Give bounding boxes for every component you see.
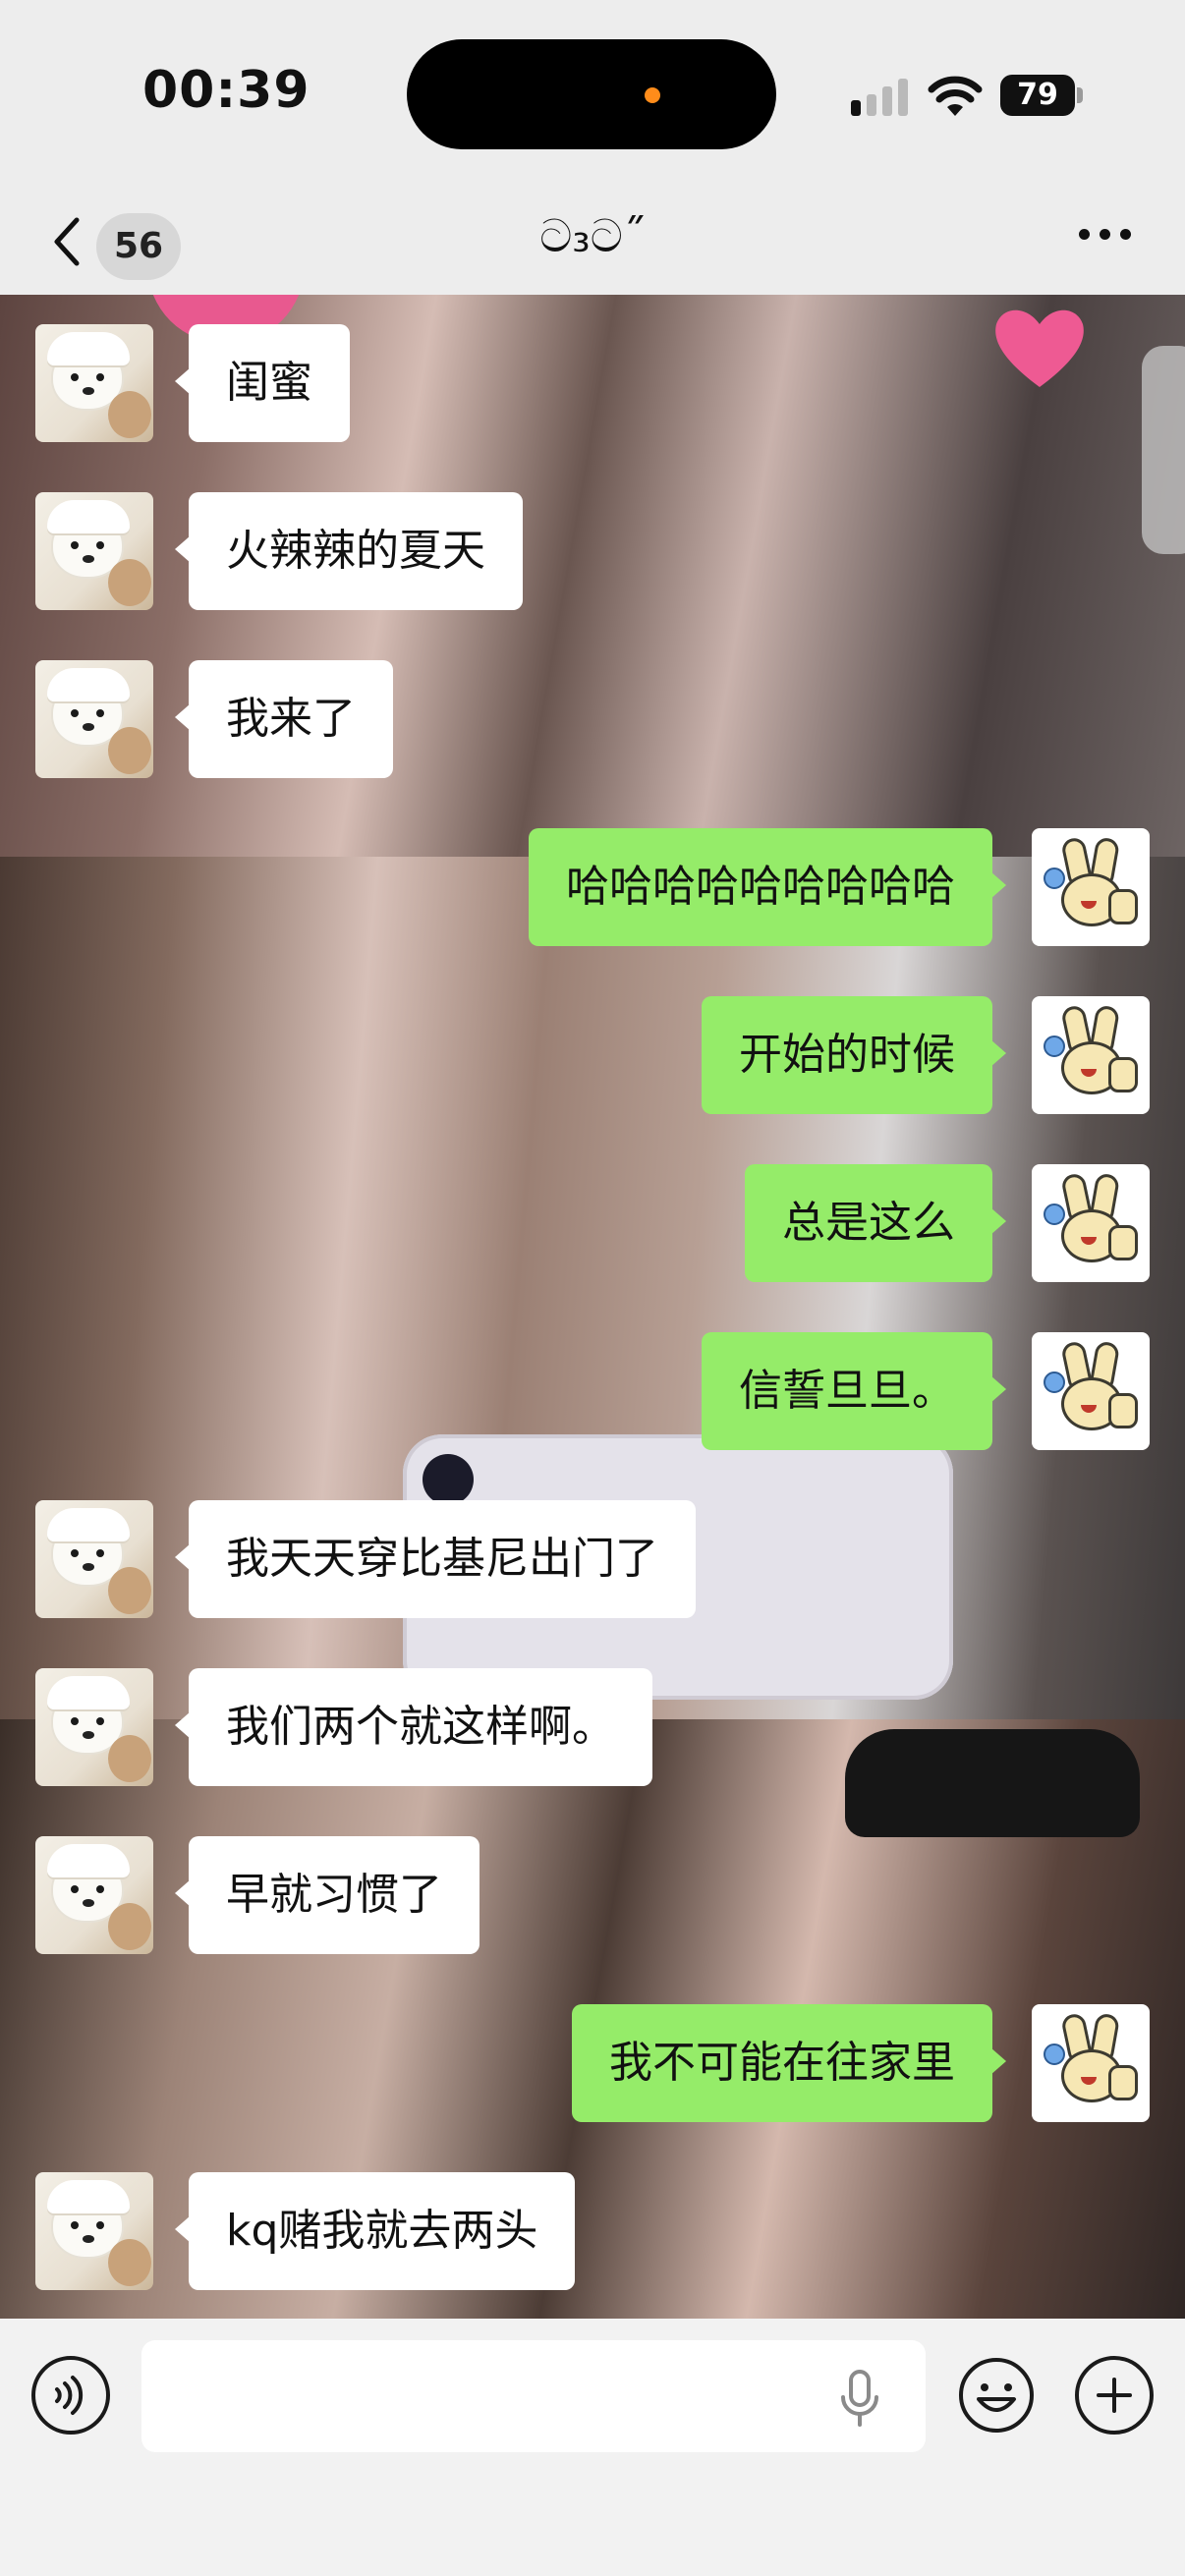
message-row: 哈哈哈哈哈哈哈哈哈 xyxy=(0,828,1185,946)
plus-icon[interactable] xyxy=(1075,2356,1154,2435)
chat-title: ට₃ට˝ xyxy=(539,209,646,262)
activity-dot-icon xyxy=(645,87,660,103)
contact-avatar[interactable] xyxy=(35,660,153,778)
message-row: 信誓旦旦。 xyxy=(0,1332,1185,1450)
message-row: 闺蜜 xyxy=(0,324,1185,442)
message-bubble[interactable]: 开始的时候 xyxy=(702,996,1006,1114)
cellular-signal-icon xyxy=(851,77,908,116)
voice-mode-button[interactable] xyxy=(31,2356,110,2435)
voice-icon xyxy=(55,2376,84,2415)
ellipsis-icon xyxy=(1079,229,1090,240)
input-bar xyxy=(0,2319,1185,2576)
my-avatar[interactable] xyxy=(1032,828,1150,946)
message-bubble[interactable]: 我们两个就这样啊。 xyxy=(175,1668,652,1786)
background-phone-camera xyxy=(423,1454,474,1505)
contact-avatar[interactable] xyxy=(35,492,153,610)
contact-avatar[interactable] xyxy=(35,1836,153,1954)
message-bubble[interactable]: 总是这么 xyxy=(745,1164,1006,1282)
message-input[interactable] xyxy=(141,2340,926,2452)
battery-level: 79 xyxy=(1000,75,1075,116)
message-bubble[interactable]: 哈哈哈哈哈哈哈哈哈 xyxy=(529,828,1006,946)
back-button[interactable]: 56 xyxy=(39,196,187,280)
microphone-icon[interactable] xyxy=(837,2370,882,2429)
status-time: 00:39 xyxy=(142,61,310,120)
contact-avatar[interactable] xyxy=(35,324,153,442)
message-row: 我们两个就这样啊。 xyxy=(0,1668,1185,1786)
message-row: 我来了 xyxy=(0,660,1185,778)
wifi-icon xyxy=(928,76,983,116)
my-avatar[interactable] xyxy=(1032,996,1150,1114)
my-avatar[interactable] xyxy=(1032,1164,1150,1282)
contact-avatar[interactable] xyxy=(35,1500,153,1618)
contact-avatar[interactable] xyxy=(35,1668,153,1786)
message-row: 开始的时候 xyxy=(0,996,1185,1114)
message-bubble[interactable]: 早就习惯了 xyxy=(175,1836,480,1954)
my-avatar[interactable] xyxy=(1032,2004,1150,2122)
message-bubble[interactable]: 我不可能在往家里 xyxy=(572,2004,1006,2122)
status-bar: 00:39 79 xyxy=(0,0,1185,177)
unread-count-badge: 56 xyxy=(96,213,181,280)
more-options-button[interactable] xyxy=(1071,214,1140,253)
message-row: 我天天穿比基尼出门了 xyxy=(0,1500,1185,1618)
message-row: kq赌我就去两头 xyxy=(0,2172,1185,2290)
my-avatar[interactable] xyxy=(1032,1332,1150,1450)
battery-tip xyxy=(1077,87,1083,103)
message-bubble[interactable]: 我来了 xyxy=(175,660,393,778)
chevron-left-icon xyxy=(54,217,80,266)
message-bubble[interactable]: kq赌我就去两头 xyxy=(174,2172,576,2290)
chat-header: 56 ට₃ට˝ xyxy=(0,177,1185,295)
message-row: 总是这么 xyxy=(0,1164,1185,1282)
contact-avatar[interactable] xyxy=(35,2172,153,2290)
message-bubble[interactable]: 火辣辣的夏天 xyxy=(175,492,523,610)
message-list[interactable]: 闺蜜火辣辣的夏天 我来了哈哈哈哈哈哈哈哈哈开始的时候总是这么信誓旦旦。 我天天穿比基… xyxy=(0,295,1185,2319)
message-bubble[interactable]: 信誓旦旦。 xyxy=(702,1332,1006,1450)
message-row: 我不可能在往家里 xyxy=(0,2004,1185,2122)
smiley-icon[interactable] xyxy=(957,2356,1036,2435)
dynamic-island xyxy=(407,39,776,149)
message-row: 火辣辣的夏天 xyxy=(0,492,1185,610)
message-bubble[interactable]: 我天天穿比基尼出门了 xyxy=(175,1500,696,1618)
message-bubble[interactable]: 闺蜜 xyxy=(175,324,350,442)
message-row: 早就习惯了 xyxy=(0,1836,1185,1954)
